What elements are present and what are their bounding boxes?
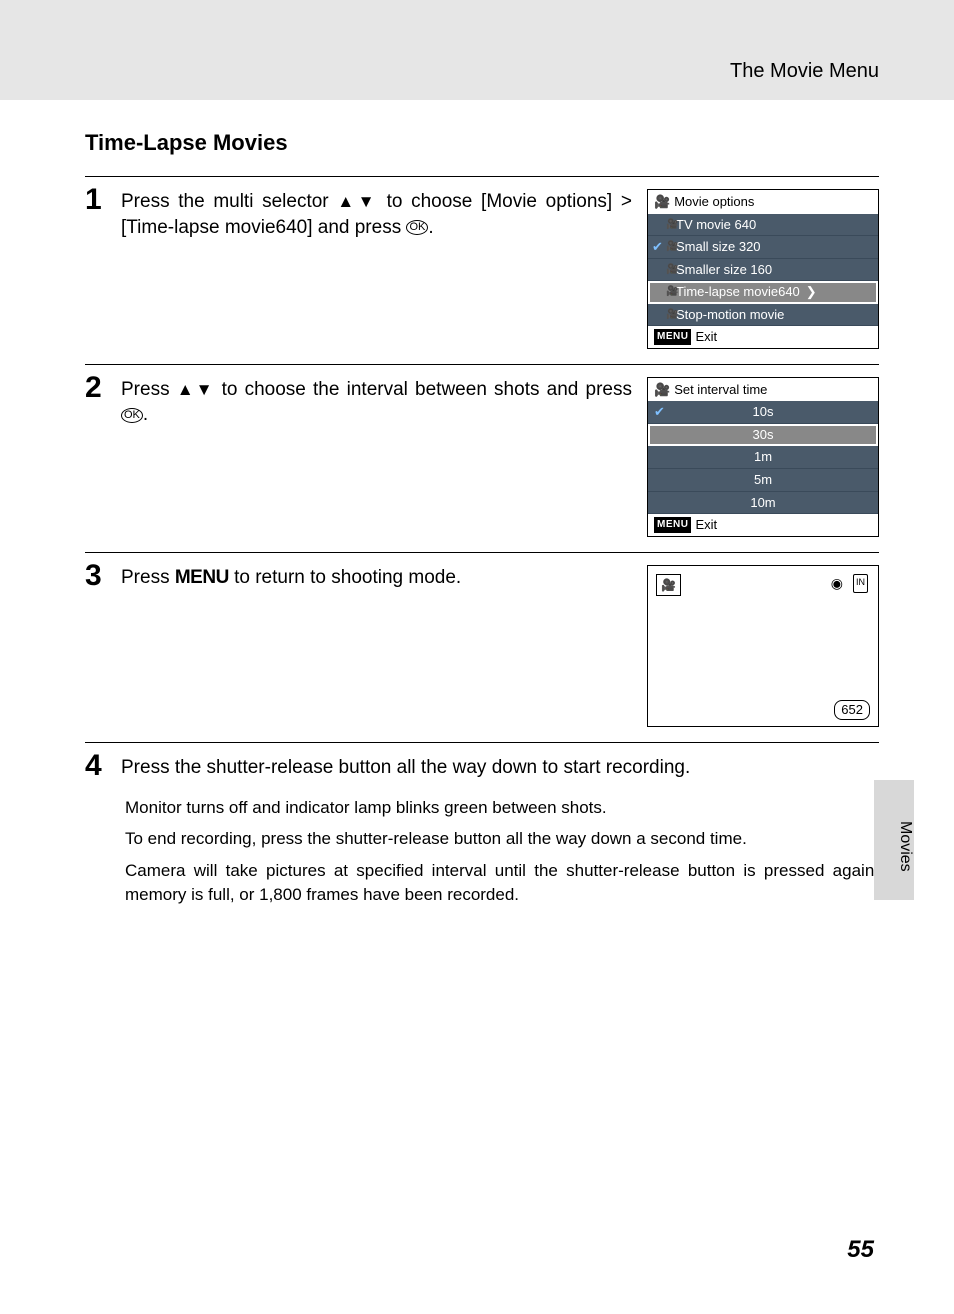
divider	[85, 364, 879, 365]
lcd-title-text: Movie options	[674, 193, 754, 211]
item-label: 10m	[750, 495, 775, 510]
step-3-text: Press MENU to return to shooting mode.	[121, 565, 632, 727]
step-4: 4 Press the shutter-release button all t…	[85, 751, 879, 781]
ok-icon: OK	[121, 408, 143, 423]
list-item[interactable]: 10m	[648, 492, 878, 515]
memory-icon: IN	[853, 574, 868, 593]
sub-paragraph: To end recording, press the shutter-rele…	[125, 827, 879, 851]
movie-icon: 🎥	[666, 263, 678, 277]
movie-icon: 🎥	[666, 218, 678, 232]
ok-icon: OK	[406, 220, 428, 235]
step-text-a: Press	[121, 379, 177, 400]
item-label: 30s	[753, 427, 774, 442]
step-1-text: Press the multi selector ▲▼ to choose [M…	[121, 189, 632, 349]
item-label: Smaller size 160	[676, 261, 772, 279]
step-number: 1	[85, 185, 121, 215]
sub-paragraph: Monitor turns off and indicator lamp bli…	[125, 796, 879, 820]
divider	[85, 742, 879, 743]
list-item[interactable]: ✔🎥Small size 320	[648, 236, 878, 259]
menu-icon: MENU	[654, 517, 691, 533]
list-item[interactable]: ✔ 10s	[648, 401, 878, 424]
frame-counter: 652	[834, 700, 870, 720]
lcd-shooting: 🎥 ◉ IN 652	[647, 565, 879, 727]
step-text-b: to choose the interval between shots and…	[214, 379, 632, 400]
lcd-exit[interactable]: MENUExit	[648, 326, 878, 348]
step-4-text: Press the shutter-release button all the…	[121, 757, 690, 778]
sub-paragraph: Camera will take pictures at specified i…	[125, 859, 879, 907]
check-icon: ✔	[654, 403, 665, 421]
check-icon: ✔	[652, 238, 663, 256]
page-number: 55	[847, 1236, 874, 1264]
item-label: 5m	[754, 472, 772, 487]
step-1: 1 Press the multi selector ▲▼ to choose …	[85, 185, 879, 349]
item-label: Small size 320	[676, 238, 761, 256]
step-text-c: .	[428, 217, 433, 238]
header-title: The Movie Menu	[730, 60, 879, 83]
step-2: 2 Press ▲▼ to choose the interval betwee…	[85, 373, 879, 537]
item-label: Time-lapse movie640	[676, 283, 800, 301]
divider	[85, 176, 879, 177]
list-item[interactable]: 🎥Stop-motion movie	[648, 304, 878, 327]
menu-text-icon: MENU	[175, 567, 229, 588]
step-text-b: to return to shooting mode.	[229, 567, 461, 588]
header-bar: The Movie Menu	[0, 0, 954, 100]
step-2-text: Press ▲▼ to choose the interval between …	[121, 377, 632, 537]
up-down-icon: ▲▼	[177, 380, 215, 399]
exit-label: Exit	[695, 328, 717, 346]
item-label: 1m	[754, 449, 772, 464]
list-item[interactable]: 5m	[648, 469, 878, 492]
page-content: Time-Lapse Movies 1 Press the multi sele…	[0, 100, 954, 907]
movie-icon: 🎥	[654, 193, 670, 211]
item-label: Stop-motion movie	[676, 306, 784, 324]
list-item[interactable]: 🎥Smaller size 160	[648, 259, 878, 282]
lcd-title-text: Set interval time	[674, 381, 767, 399]
step-text-a: Press	[121, 567, 175, 588]
step-number: 4	[85, 751, 121, 781]
movie-icon: 🎥	[666, 240, 678, 254]
status-icons: ◉ IN	[831, 574, 868, 593]
step-number: 3	[85, 561, 121, 591]
step-3: 3 Press MENU to return to shooting mode.…	[85, 561, 879, 727]
exit-label: Exit	[695, 516, 717, 534]
list-item-selected[interactable]: 🎥Time-lapse movie640 ❯	[648, 281, 878, 304]
timelapse-mode-icon: 🎥	[656, 574, 681, 596]
step-number: 2	[85, 373, 121, 403]
divider	[85, 552, 879, 553]
movie-icon: 🎥	[654, 381, 670, 399]
list-item-selected[interactable]: 30s	[648, 424, 878, 447]
list-item[interactable]: 🎥TV movie 640	[648, 214, 878, 237]
section-tab: Movies	[874, 780, 914, 900]
lcd-interval: 🎥 Set interval time ✔ 10s 30s 1m 5m 10m M…	[647, 377, 879, 537]
item-label: TV movie 640	[676, 216, 756, 234]
lcd-title: 🎥 Set interval time	[648, 378, 878, 402]
lcd-movie-options: 🎥 Movie options 🎥TV movie 640 ✔🎥Small si…	[647, 189, 879, 349]
lcd-title: 🎥 Movie options	[648, 190, 878, 214]
list-item[interactable]: 1m	[648, 446, 878, 469]
lcd-exit[interactable]: MENUExit	[648, 514, 878, 536]
chevron-right-icon: ❯	[806, 283, 817, 301]
stopmotion-icon: 🎥	[666, 308, 678, 322]
up-down-icon: ▲▼	[337, 192, 378, 211]
menu-icon: MENU	[654, 329, 691, 345]
section-title: Time-Lapse Movies	[85, 130, 879, 156]
step-text-a: Press the multi selector	[121, 191, 337, 212]
step-text-c: .	[143, 404, 148, 425]
item-label: 10s	[753, 404, 774, 419]
globe-icon: ◉	[831, 574, 843, 593]
timelapse-icon: 🎥	[666, 285, 678, 299]
